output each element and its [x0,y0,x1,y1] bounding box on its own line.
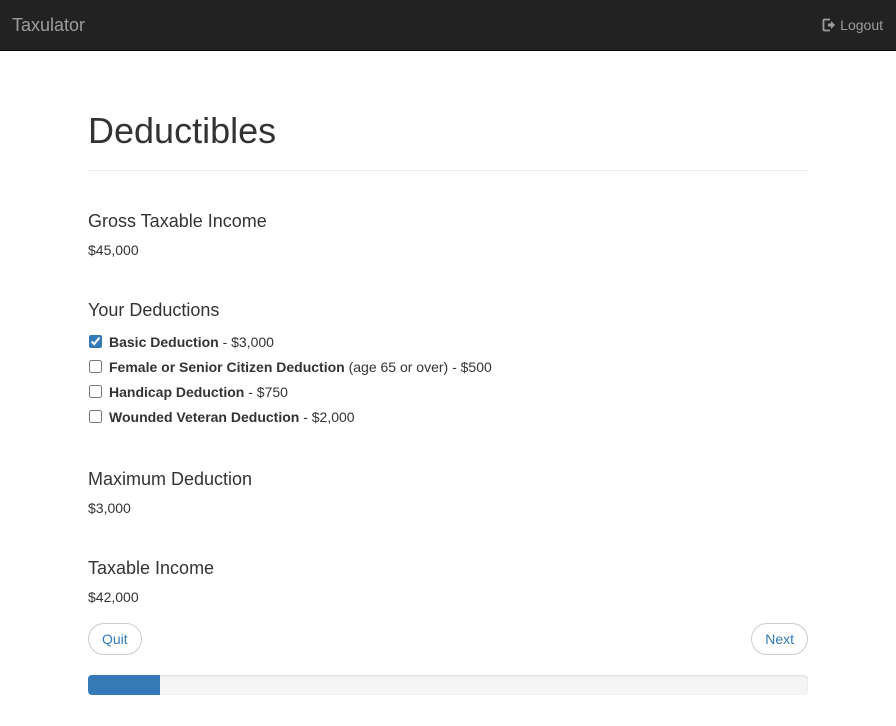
gross-income-section: Gross Taxable Income $45,000 [88,211,808,260]
deduction-item-handicap[interactable]: Handicap Deduction - $750 [88,379,808,404]
deduction-checkbox-female-senior[interactable] [89,360,102,373]
logout-link[interactable]: Logout [822,16,883,34]
taxable-income-section: Taxable Income $42,000 [88,558,808,607]
gross-income-title: Gross Taxable Income [88,211,267,231]
deduction-detail: - $3,000 [218,333,274,350]
taxable-income-value: $42,000 [88,589,139,605]
title-divider [88,170,808,171]
deduction-name: Basic Deduction [109,333,219,350]
gross-income-value: $45,000 [88,242,139,258]
deduction-name: Handicap Deduction [109,383,245,400]
deduction-list: Basic Deduction - $3,000 Female or Senio… [88,329,808,429]
deduction-detail: (age 65 or over) - $500 [344,358,492,375]
deduction-item-wounded-veteran[interactable]: Wounded Veteran Deduction - $2,000 [88,404,808,429]
deductions-title: Your Deductions [88,300,220,320]
main-content: Deductibles Gross Taxable Income $45,000… [88,51,808,695]
deduction-item-basic[interactable]: Basic Deduction - $3,000 [88,329,808,354]
deductions-section: Your Deductions Basic Deduction - $3,000… [88,300,808,429]
page-title: Deductibles [88,110,277,151]
logout-icon [822,18,836,32]
deduction-checkbox-handicap[interactable] [89,385,102,398]
deduction-item-female-senior[interactable]: Female or Senior Citizen Deduction (age … [88,354,808,379]
progress-bar-track [88,675,808,695]
deduction-detail: - $750 [244,383,288,400]
app-brand[interactable]: Taxulator [12,15,85,35]
next-button[interactable]: Next [751,623,808,655]
navbar: Taxulator Logout [0,0,896,51]
quit-button[interactable]: Quit [88,623,142,655]
deduction-name: Wounded Veteran Deduction [109,408,300,425]
taxable-income-title: Taxable Income [88,558,215,578]
deduction-name: Female or Senior Citizen Deduction [109,358,345,375]
maximum-deduction-section: Maximum Deduction $3,000 [88,469,808,518]
deduction-detail: - $2,000 [299,408,355,425]
maximum-deduction-value: $3,000 [88,500,131,516]
logout-label: Logout [840,17,883,33]
deduction-checkbox-basic[interactable] [89,335,102,348]
maximum-deduction-title: Maximum Deduction [88,469,253,489]
progress-bar-fill [88,675,160,695]
button-row: Quit Next [88,623,808,655]
deduction-checkbox-wounded-veteran[interactable] [89,410,102,423]
